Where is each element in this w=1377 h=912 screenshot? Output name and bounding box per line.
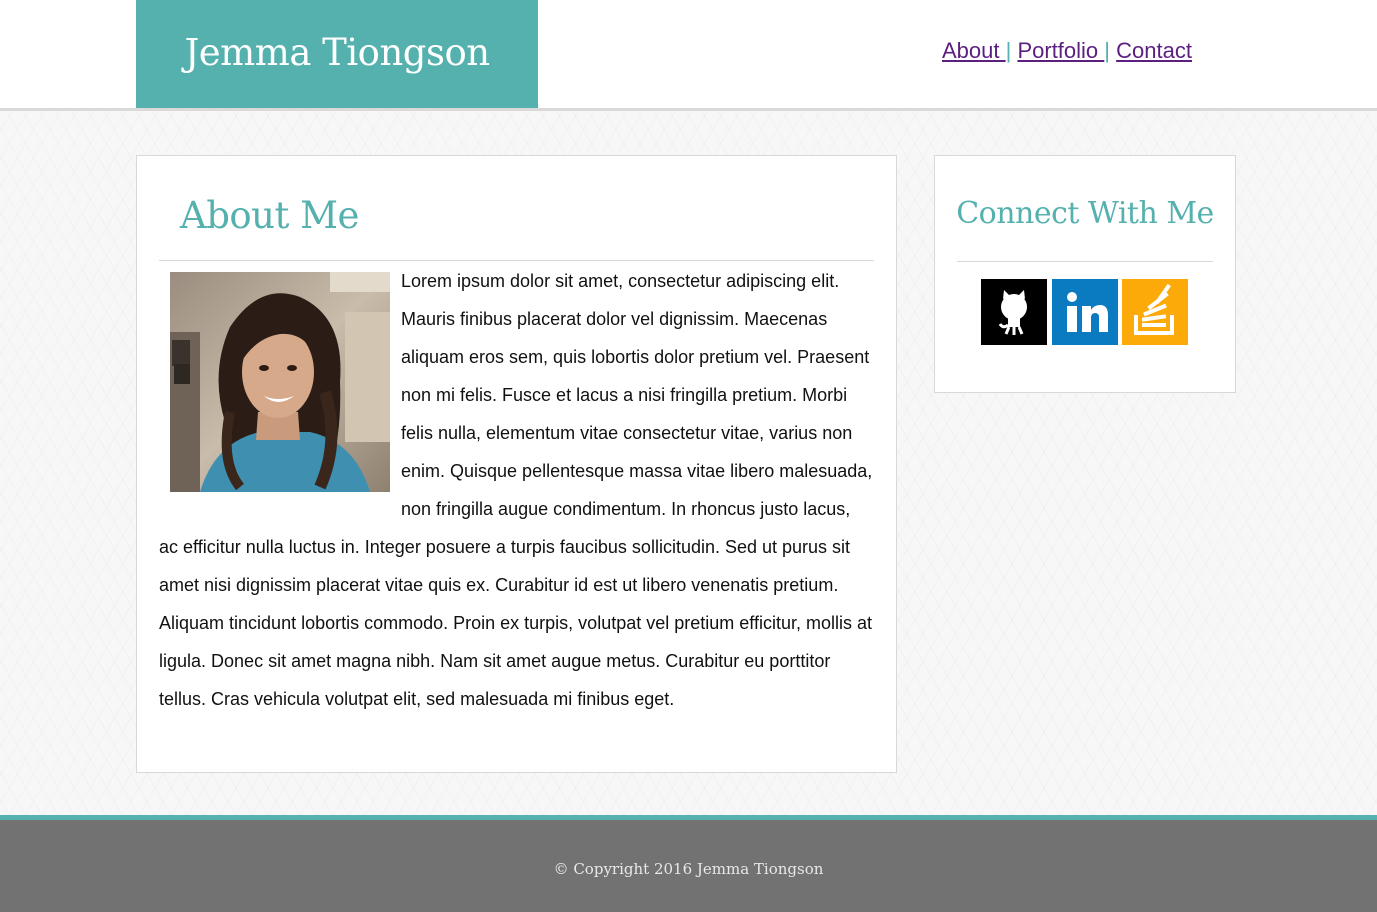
stackoverflow-icon [1134,283,1174,335]
site-header: Jemma Tiongson About | Portfolio | Conta… [0,0,1377,111]
stackoverflow-link[interactable] [1122,279,1188,345]
linkedin-icon [1067,292,1108,332]
nav-separator: | [1104,38,1110,63]
site-title[interactable]: Jemma Tiongson [136,0,538,108]
about-text-block: Lorem ipsum dolor sit amet, consectetur … [159,262,874,718]
nav-separator: | [1005,38,1012,63]
main-nav: About | Portfolio | Contact [942,38,1192,64]
nav-link-about[interactable]: About [942,38,1006,63]
about-section: About Me Lorem ipsum dolor sit amet, con… [136,155,897,773]
divider [159,260,874,261]
connect-section: Connect With Me [934,155,1236,393]
github-icon [998,290,1027,335]
nav-link-portfolio[interactable]: Portfolio [1017,38,1104,63]
divider [957,261,1213,262]
copyright-text: © Copyright 2016 Jemma Tiongson [553,860,824,878]
linkedin-link[interactable] [1052,279,1118,345]
github-link[interactable] [981,279,1047,345]
nav-link-contact[interactable]: Contact [1116,38,1192,63]
connect-heading: Connect With Me [956,196,1214,231]
site-footer: © Copyright 2016 Jemma Tiongson [0,815,1377,912]
profile-photo [170,272,390,492]
about-heading: About Me [180,194,359,237]
